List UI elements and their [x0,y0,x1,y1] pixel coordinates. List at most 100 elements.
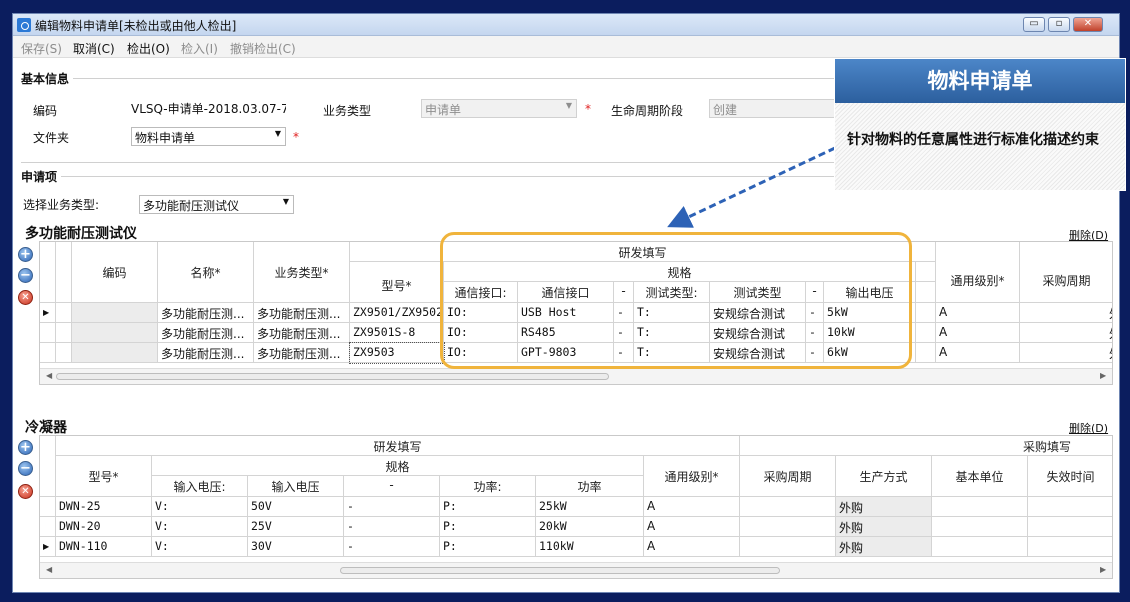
col-model[interactable]: 型号* [56,456,152,497]
row-handle[interactable] [56,323,72,343]
grid1-cell-null[interactable] [916,323,936,343]
grid2-cell-d[interactable]: - [344,517,440,537]
grid1-cell-extra[interactable]: 外 [1106,343,1112,363]
grid1-cell-name[interactable]: 多功能耐压测... [158,343,254,363]
grid2-cell-d[interactable]: - [344,537,440,557]
grid2-cell-period[interactable] [740,517,836,537]
grid1-cell-name[interactable]: 多功能耐压测... [158,303,254,323]
grid2-cell-period[interactable] [740,537,836,557]
grid2-delete-link[interactable]: 删除(D) [1069,420,1108,436]
grid1-cell-level[interactable]: A [936,303,1020,323]
grid1-cell-null[interactable] [1020,303,1112,323]
col-model[interactable]: 型号* [350,262,444,303]
delete-row-icon[interactable]: ✕ [18,290,33,305]
scroll-left-icon[interactable]: ◀ [46,371,52,380]
row-handle[interactable] [56,343,72,363]
menu-save[interactable]: 保存(S) [21,40,62,57]
grid2-cell-p1[interactable]: P: [440,537,536,557]
grid2-cell-model[interactable]: DWN-25 [56,497,152,517]
col-mode[interactable]: 生产方式 [836,456,932,497]
grid2-cell-p1[interactable]: P: [440,497,536,517]
grid2-cell-level[interactable]: A [644,517,740,537]
col-expire[interactable]: 失效时间 [1028,456,1112,497]
grid2-cell-mode[interactable]: 外购 [836,537,932,557]
col-p2[interactable]: 功率 [536,476,644,497]
row-indicator[interactable]: ▶ [40,303,56,323]
delete-row-icon[interactable]: ✕ [18,484,33,499]
col-p1[interactable]: 功率: [440,476,536,497]
row-indicator[interactable] [40,343,56,363]
menu-checkin[interactable]: 检入(I) [181,40,218,57]
grid2-cell-model[interactable]: DWN-20 [56,517,152,537]
grid1-cell-level[interactable]: A [936,343,1020,363]
grid2-cell-p2[interactable]: 25kW [536,497,644,517]
menu-cancel[interactable]: 取消(C) [73,40,115,57]
col-level[interactable]: 通用级别* [936,242,1020,303]
grid1-cell-btype[interactable]: 多功能耐压测... [254,343,350,363]
row-indicator[interactable] [40,497,56,517]
close-button[interactable]: ✕ [1073,17,1103,32]
business-type-select[interactable]: 多功能耐压测试仪 ▼ [139,195,294,214]
grid1-cell-null[interactable] [1020,323,1112,343]
grid1-cell-btype[interactable]: 多功能耐压测... [254,323,350,343]
grid1-cell-model[interactable]: ZX9501S-8 [350,323,444,343]
grid2-cell-p2[interactable]: 20kW [536,517,644,537]
maximize-button[interactable]: ▫ [1048,17,1070,32]
menu-undo-checkout[interactable]: 撤销检出(C) [230,40,296,57]
col-period[interactable]: 采购周期 [1020,242,1112,303]
col-name[interactable]: 名称* [158,242,254,303]
grid2-cell-period[interactable] [740,497,836,517]
grid1-cell-level[interactable]: A [936,323,1020,343]
grid2-cell-v1[interactable]: V: [152,517,248,537]
grid1-cell-null[interactable] [1020,343,1112,363]
grid2-cell-expire[interactable] [1028,537,1112,557]
grid1-cell-model[interactable]: ZX9503 [349,342,445,364]
row-handle[interactable] [56,303,72,323]
col-unit[interactable]: 基本单位 [932,456,1028,497]
grid2-cell-level[interactable]: A [644,537,740,557]
col-v2[interactable]: 输入电压 [248,476,344,497]
grid2-cell-model[interactable]: DWN-110 [56,537,152,557]
col-level[interactable]: 通用级别* [644,456,740,497]
business-type-field[interactable]: 申请单 ▼ [421,99,577,118]
col-dash[interactable]: - [344,476,440,497]
col-business-type[interactable]: 业务类型* [254,242,350,303]
grid1-cell-code[interactable] [72,343,158,363]
row-indicator[interactable] [40,323,56,343]
grid1-cell-null[interactable] [916,343,936,363]
grid2-cell-level[interactable]: A [644,497,740,517]
grid2-cell-unit[interactable] [932,497,1028,517]
add-row-icon[interactable]: + [18,440,33,455]
grid2-cell-p1[interactable]: P: [440,517,536,537]
col-v1[interactable]: 输入电压: [152,476,248,497]
scroll-right-icon[interactable]: ▶ [1100,565,1106,574]
grid2-cell-v2[interactable]: 30V [248,537,344,557]
grid2-cell-v1[interactable]: V: [152,497,248,517]
grid2-scrollbar[interactable]: ◀ ▶ [40,562,1112,578]
grid2-cell-v2[interactable]: 25V [248,517,344,537]
scroll-right-icon[interactable]: ▶ [1100,371,1106,380]
grid2-cell-v1[interactable]: V: [152,537,248,557]
grid1-cell-extra[interactable]: 外 [1106,323,1112,343]
scroll-left-icon[interactable]: ◀ [46,565,52,574]
grid2-cell-unit[interactable] [932,537,1028,557]
scroll-thumb[interactable] [56,373,609,380]
grid2-cell-unit[interactable] [932,517,1028,537]
grid1-cell-model[interactable]: ZX9501/ZX9502 [350,303,444,323]
add-row-icon[interactable]: + [18,247,33,262]
minimize-button[interactable]: ▭ [1023,17,1045,32]
grid1-cell-btype[interactable]: 多功能耐压测... [254,303,350,323]
grid2-cell-mode[interactable]: 外购 [836,517,932,537]
grid1-cell-code[interactable] [72,323,158,343]
grid1-scrollbar[interactable]: ◀ ▶ [40,368,1112,384]
row-indicator[interactable] [40,517,56,537]
grid2-cell-d[interactable]: - [344,497,440,517]
grid1-cell-name[interactable]: 多功能耐压测... [158,323,254,343]
grid2-cell-expire[interactable] [1028,497,1112,517]
remove-row-icon[interactable]: − [18,268,33,283]
grid2-cell-v2[interactable]: 50V [248,497,344,517]
code-field[interactable]: VLSQ-申请单-2018.03.07-76 [131,99,286,118]
folder-field[interactable]: 物料申请单 ▼ [131,127,286,146]
col-period[interactable]: 采购周期 [740,456,836,497]
lifecycle-field[interactable]: 创建 [709,99,849,118]
